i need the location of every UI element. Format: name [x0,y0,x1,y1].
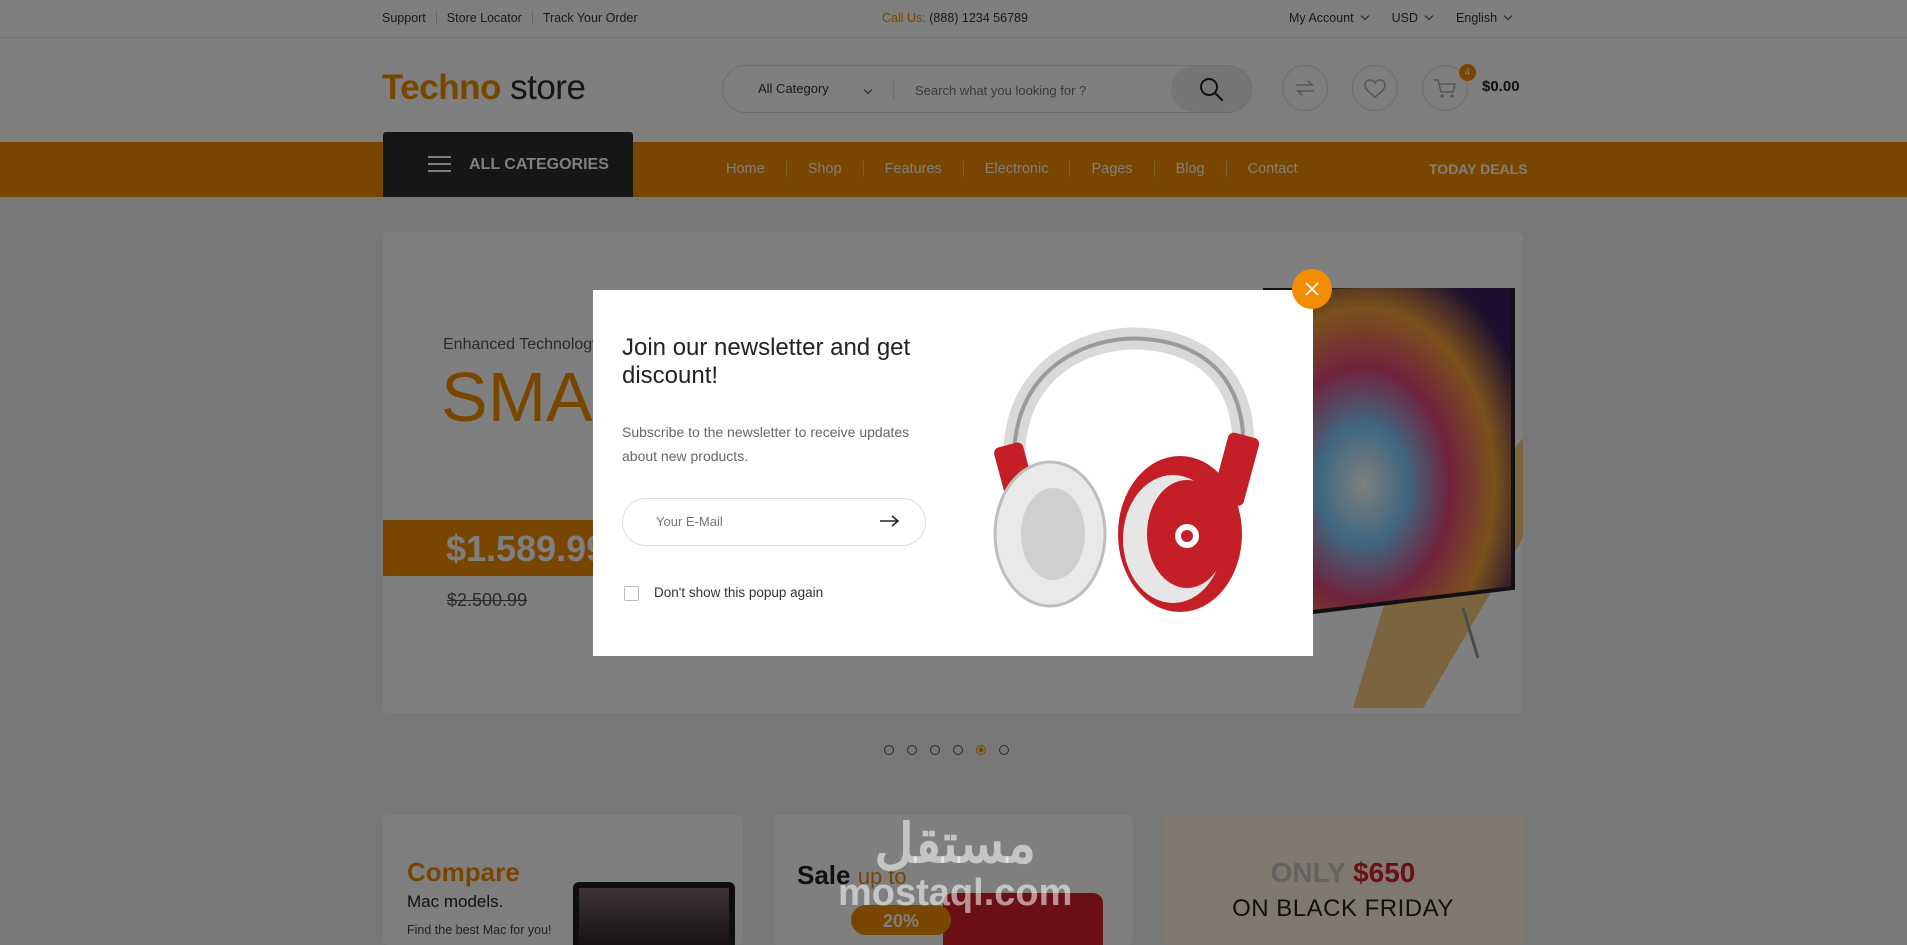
close-icon [1305,282,1319,296]
email-input[interactable] [654,513,858,530]
watermark: مستقل mostaql.com [838,815,1072,913]
dont-show-checkbox[interactable] [624,586,639,601]
popup-description: Subscribe to the newsletter to receive u… [622,424,910,464]
popup-close-button[interactable] [1292,269,1332,309]
arrow-right-icon[interactable] [879,513,901,529]
newsletter-popup: Join our newsletter and get discount! Su… [593,290,1313,656]
popup-title: Join our newsletter and get discount! [622,334,911,389]
watermark-arabic: مستقل [874,814,1036,874]
email-field[interactable] [622,498,926,546]
watermark-latin: mostaql.com [838,872,1073,914]
dont-show-label[interactable]: Don't show this popup again [654,585,823,600]
headphones-image [993,327,1260,612]
